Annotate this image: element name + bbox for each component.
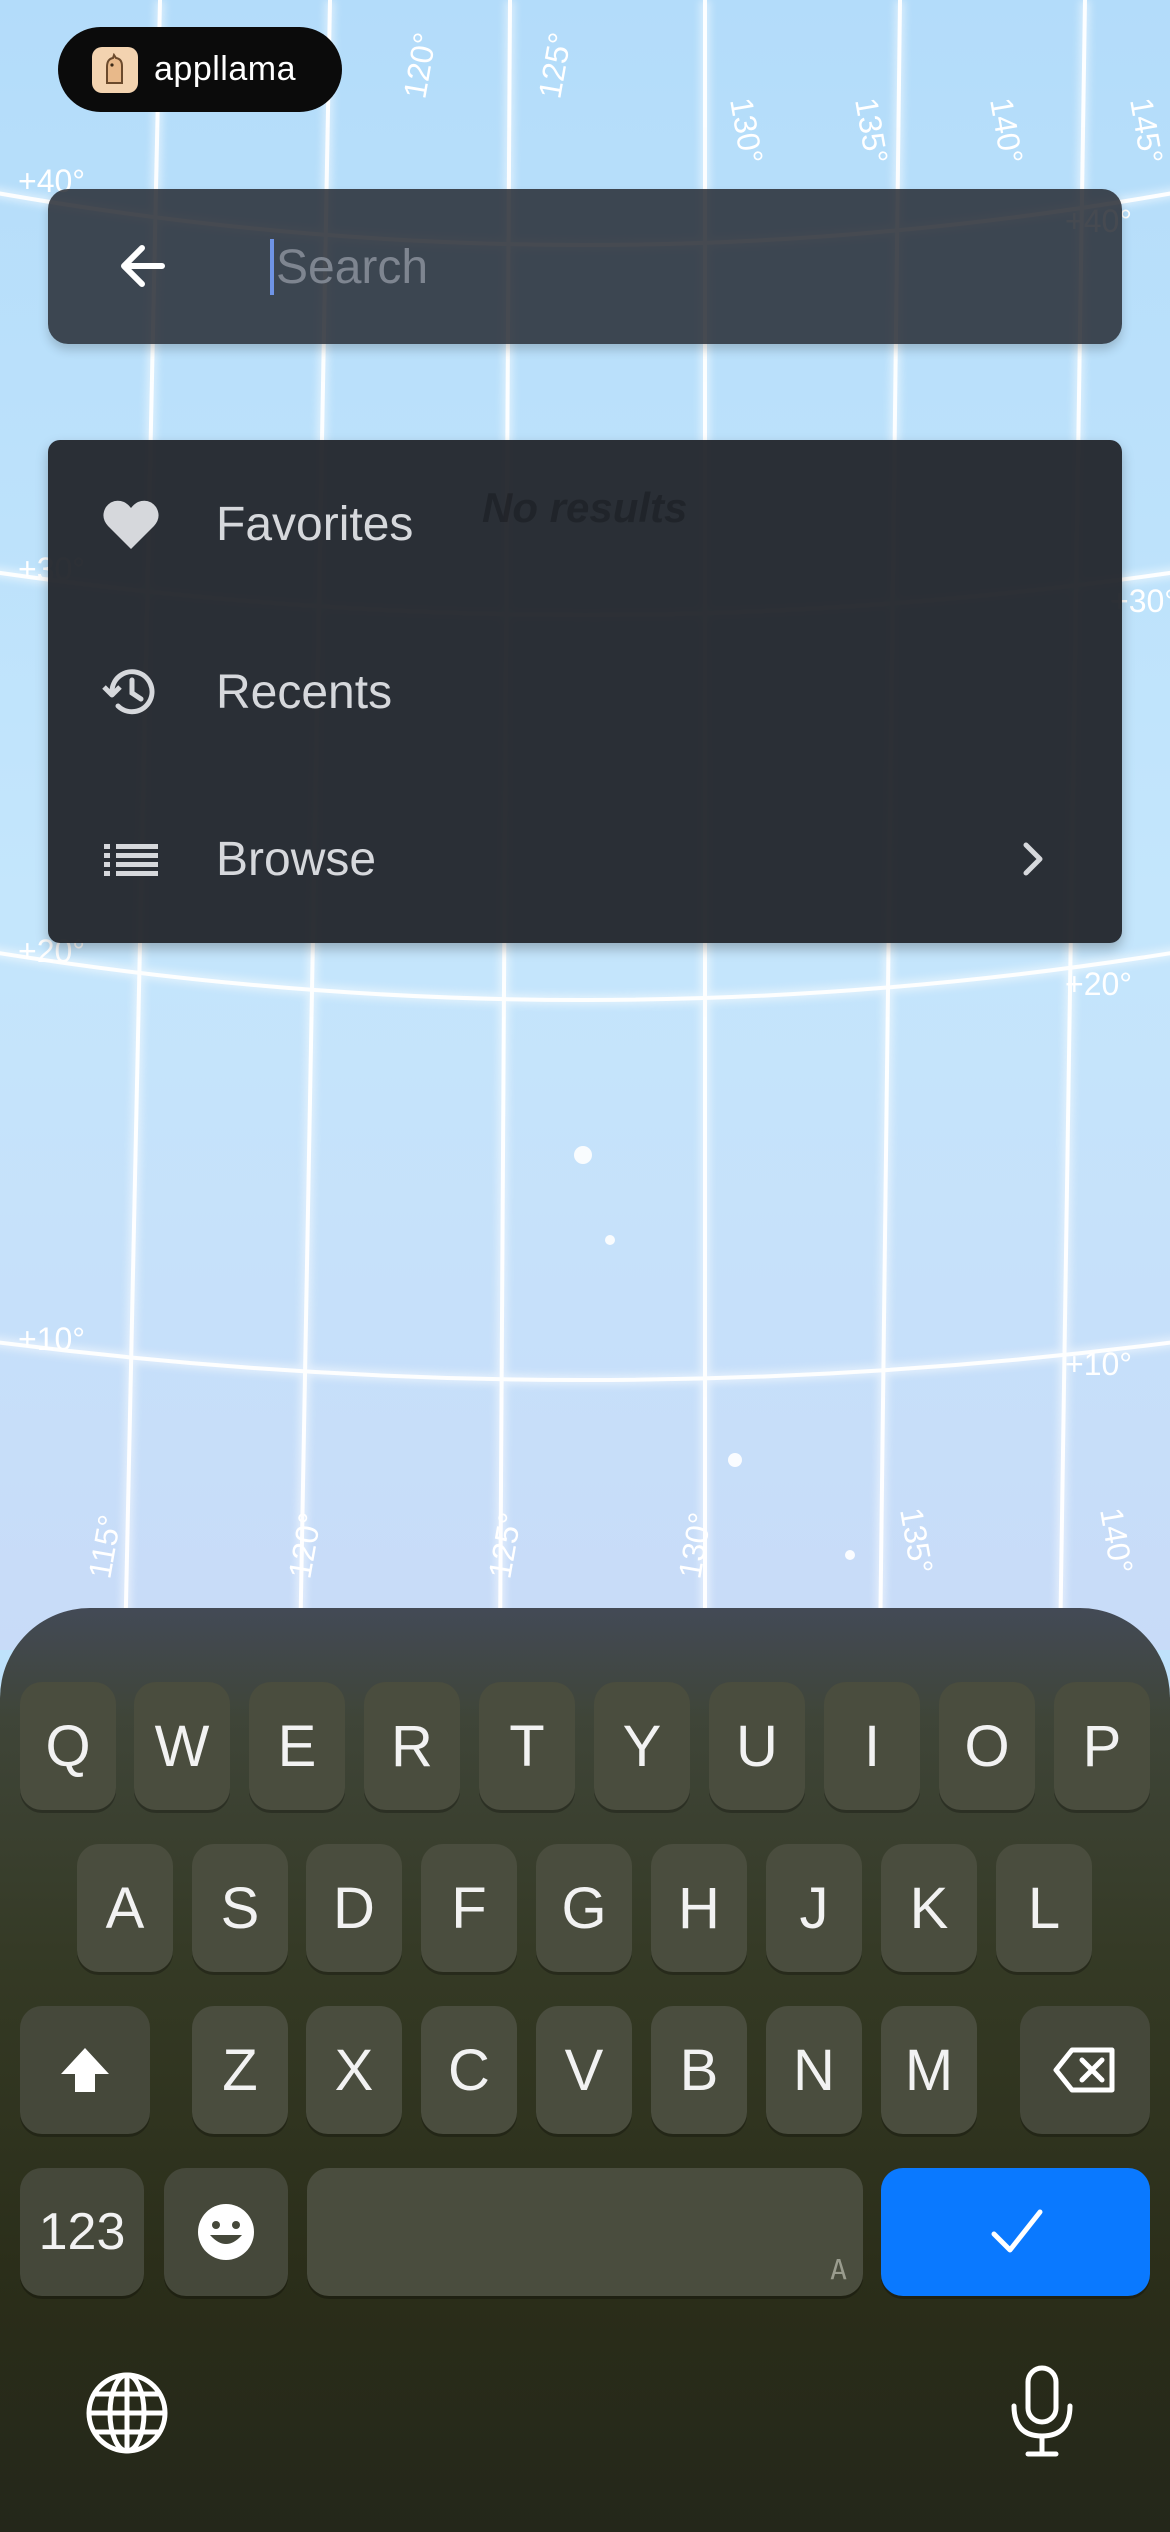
chevron-right-icon xyxy=(1008,834,1058,884)
list-icon xyxy=(98,826,164,892)
key-m[interactable]: M xyxy=(881,2006,977,2134)
key-x[interactable]: X xyxy=(306,2006,402,2134)
space-bar[interactable]: A xyxy=(307,2168,863,2296)
key-o[interactable]: O xyxy=(939,1682,1035,1810)
globe-icon[interactable] xyxy=(82,2368,172,2458)
dec-label: +10° xyxy=(18,1321,85,1357)
checkmark-icon xyxy=(991,2209,1042,2253)
heart-icon xyxy=(98,491,164,557)
menu-item-browse[interactable]: Browse xyxy=(48,775,1122,943)
no-results-text: No results xyxy=(482,484,688,531)
dec-label: +20° xyxy=(1065,966,1132,1002)
menu-item-recents[interactable]: Recents xyxy=(48,608,1122,776)
shift-key[interactable] xyxy=(20,2006,150,2134)
key-r[interactable]: R xyxy=(364,1682,460,1810)
key-i[interactable]: I xyxy=(824,1682,920,1810)
key-j[interactable]: J xyxy=(766,1844,862,1972)
space-sub-label: A xyxy=(830,2253,847,2286)
key-k[interactable]: K xyxy=(881,1844,977,1972)
key-z[interactable]: Z xyxy=(192,2006,288,2134)
key-y[interactable]: Y xyxy=(594,1682,690,1810)
backspace-icon xyxy=(1053,2047,1115,2093)
key-h[interactable]: H xyxy=(651,1844,747,1972)
backspace-key[interactable] xyxy=(1020,2006,1150,2134)
shift-arrow-icon xyxy=(61,2048,109,2092)
key-t[interactable]: T xyxy=(479,1682,575,1810)
key-b[interactable]: B xyxy=(651,2006,747,2134)
menu-item-label: Recents xyxy=(216,665,393,719)
emoji-icon xyxy=(198,2204,254,2260)
key-v[interactable]: V xyxy=(536,2006,632,2134)
key-s[interactable]: S xyxy=(192,1844,288,1972)
emoji-key[interactable] xyxy=(164,2168,288,2296)
search-input[interactable] xyxy=(270,229,1076,305)
search-bar xyxy=(48,189,1122,344)
key-w[interactable]: W xyxy=(134,1682,230,1810)
key-p[interactable]: P xyxy=(1054,1682,1150,1810)
app-name: appllama xyxy=(154,50,296,88)
key-f[interactable]: F xyxy=(421,1844,517,1972)
key-n[interactable]: N xyxy=(766,2006,862,2134)
text-cursor xyxy=(270,239,274,295)
done-key[interactable] xyxy=(881,2168,1150,2296)
dec-label: +10° xyxy=(1065,1346,1132,1382)
menu-item-label: Favorites xyxy=(216,497,414,551)
llama-logo-icon xyxy=(92,46,138,93)
arrow-left-icon[interactable] xyxy=(108,231,178,301)
key-d[interactable]: D xyxy=(306,1844,402,1972)
numbers-key[interactable]: 123 xyxy=(20,2168,144,2296)
key-g[interactable]: G xyxy=(536,1844,632,1972)
key-l[interactable]: L xyxy=(996,1844,1092,1972)
key-q[interactable]: Q xyxy=(20,1682,116,1810)
key-a[interactable]: A xyxy=(77,1844,173,1972)
key-c[interactable]: C xyxy=(421,2006,517,2134)
menu-item-label: Browse xyxy=(216,832,377,886)
key-u[interactable]: U xyxy=(709,1682,805,1810)
on-screen-keyboard: Q W E R T Y U I O P A S D F G H J K L Z … xyxy=(0,1608,1170,2532)
microphone-icon[interactable] xyxy=(1004,2362,1080,2462)
key-e[interactable]: E xyxy=(249,1682,345,1810)
app-badge: appllama xyxy=(58,27,342,112)
history-icon xyxy=(98,659,164,725)
